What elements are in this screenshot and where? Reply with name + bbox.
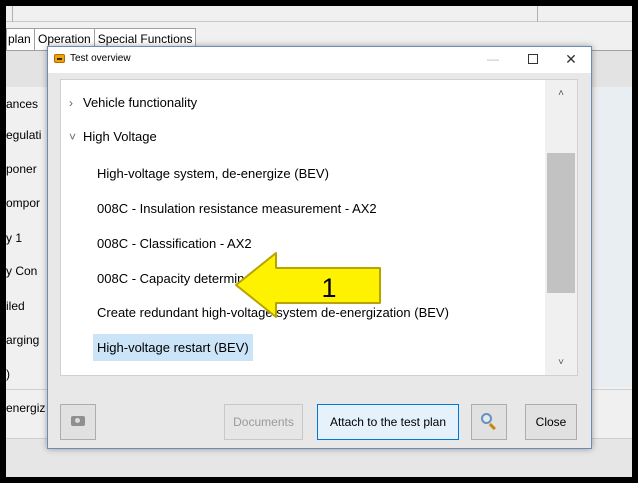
attach-to-test-plan-button[interactable]: Attach to the test plan — [317, 404, 459, 440]
app-top-bar — [6, 6, 632, 22]
scroll-up-button[interactable]: ˄ — [545, 84, 577, 104]
minimize-button[interactable]: — — [482, 49, 504, 69]
dialog-title-bar[interactable]: Test overview — ✕ — [48, 47, 591, 73]
tree-item[interactable]: 008C - Classification - AX2 — [97, 236, 252, 251]
camera-icon — [71, 416, 85, 427]
close-button[interactable]: Close — [525, 404, 577, 440]
camera-button[interactable] — [60, 404, 96, 440]
top-bar-divider — [12, 6, 13, 22]
app-content-area — [596, 87, 632, 387]
tree-node-vehicle-functionality[interactable]: › Vehicle functionality — [69, 95, 197, 110]
tree-item[interactable]: 008C - Insulation resistance measurement… — [97, 201, 377, 216]
magnifier-icon — [480, 412, 498, 431]
test-overview-dialog: Test overview — ✕ › Vehicle functionality… — [47, 46, 592, 449]
dialog-title: Test overview — [70, 53, 131, 64]
warning-icon — [54, 54, 65, 63]
callout-arrow-shape — [235, 252, 381, 318]
tree-item[interactable]: High-voltage system, de-energize (BEV) — [97, 166, 329, 181]
scroll-thumb[interactable] — [547, 153, 575, 293]
callout-arrow: 1 — [235, 252, 381, 318]
energize-label: energiz — [6, 401, 46, 415]
tree-item-selected[interactable]: High-voltage restart (BEV) — [93, 334, 253, 361]
top-bar-divider — [537, 6, 538, 22]
close-window-button[interactable]: ✕ — [560, 49, 582, 69]
callout-number: 1 — [321, 273, 336, 303]
search-button[interactable] — [471, 404, 507, 440]
chevron-down-icon: ˅ — [69, 130, 77, 144]
chevron-right-icon: › — [69, 96, 73, 110]
tab-test-plan[interactable]: plan — [6, 28, 35, 50]
tree-node-high-voltage[interactable]: ˅ High Voltage — [69, 129, 157, 144]
maximize-icon — [528, 53, 538, 64]
test-tree: › Vehicle functionality ˅ High Voltage Hig… — [60, 79, 578, 376]
tree-scrollbar[interactable]: ˄ ˅ — [545, 80, 577, 375]
maximize-button[interactable] — [522, 49, 544, 69]
documents-button[interactable]: Documents — [224, 404, 303, 440]
scroll-down-button[interactable]: ˅ — [545, 353, 577, 373]
